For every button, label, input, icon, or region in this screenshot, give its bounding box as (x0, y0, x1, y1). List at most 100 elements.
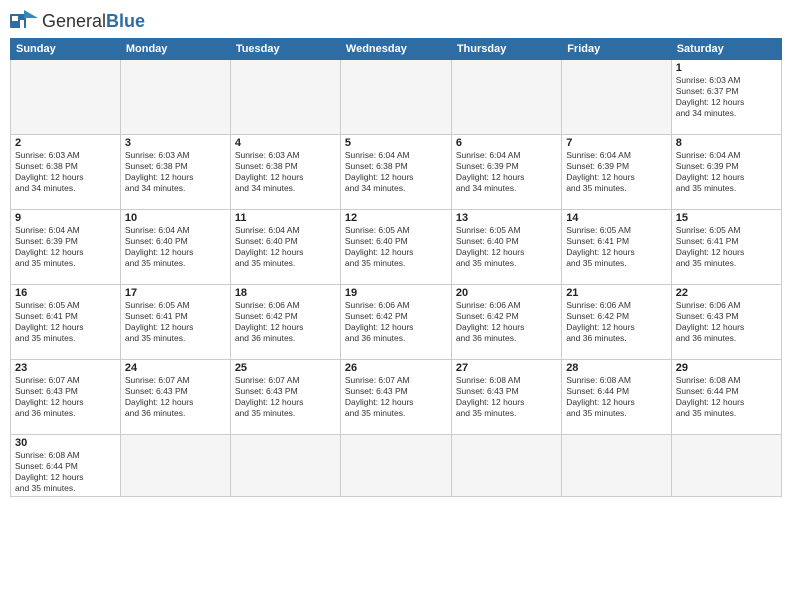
day-info: Sunrise: 6:07 AM Sunset: 6:43 PM Dayligh… (345, 375, 447, 419)
day-info: Sunrise: 6:05 AM Sunset: 6:40 PM Dayligh… (345, 225, 447, 269)
calendar-cell (120, 60, 230, 135)
day-info: Sunrise: 6:03 AM Sunset: 6:38 PM Dayligh… (15, 150, 116, 194)
day-number: 9 (15, 212, 116, 224)
day-number: 16 (15, 287, 116, 299)
weekday-header-monday: Monday (120, 39, 230, 60)
day-info: Sunrise: 6:05 AM Sunset: 6:41 PM Dayligh… (676, 225, 777, 269)
day-info: Sunrise: 6:04 AM Sunset: 6:38 PM Dayligh… (345, 150, 447, 194)
day-info: Sunrise: 6:07 AM Sunset: 6:43 PM Dayligh… (125, 375, 226, 419)
day-info: Sunrise: 6:08 AM Sunset: 6:44 PM Dayligh… (676, 375, 777, 419)
day-info: Sunrise: 6:04 AM Sunset: 6:39 PM Dayligh… (566, 150, 667, 194)
calendar-cell: 28Sunrise: 6:08 AM Sunset: 6:44 PM Dayli… (562, 360, 672, 435)
weekday-header-friday: Friday (562, 39, 672, 60)
calendar-week-4: 16Sunrise: 6:05 AM Sunset: 6:41 PM Dayli… (11, 285, 782, 360)
day-info: Sunrise: 6:06 AM Sunset: 6:43 PM Dayligh… (676, 300, 777, 344)
day-number: 17 (125, 287, 226, 299)
day-info: Sunrise: 6:03 AM Sunset: 6:38 PM Dayligh… (235, 150, 336, 194)
calendar-cell: 16Sunrise: 6:05 AM Sunset: 6:41 PM Dayli… (11, 285, 121, 360)
weekday-header-sunday: Sunday (11, 39, 121, 60)
day-number: 2 (15, 137, 116, 149)
day-number: 22 (676, 287, 777, 299)
day-number: 19 (345, 287, 447, 299)
calendar-cell (451, 435, 561, 497)
weekday-header-tuesday: Tuesday (230, 39, 340, 60)
day-number: 18 (235, 287, 336, 299)
calendar-cell: 17Sunrise: 6:05 AM Sunset: 6:41 PM Dayli… (120, 285, 230, 360)
day-number: 13 (456, 212, 557, 224)
calendar-cell: 13Sunrise: 6:05 AM Sunset: 6:40 PM Dayli… (451, 210, 561, 285)
day-info: Sunrise: 6:05 AM Sunset: 6:40 PM Dayligh… (456, 225, 557, 269)
calendar-cell: 22Sunrise: 6:06 AM Sunset: 6:43 PM Dayli… (671, 285, 781, 360)
calendar-cell: 29Sunrise: 6:08 AM Sunset: 6:44 PM Dayli… (671, 360, 781, 435)
day-info: Sunrise: 6:03 AM Sunset: 6:38 PM Dayligh… (125, 150, 226, 194)
calendar-cell (11, 60, 121, 135)
calendar-week-5: 23 Sunrise: 6:07 AM Sunset: 6:43 PM Dayli… (11, 360, 782, 435)
day-number: 5 (345, 137, 447, 149)
calendar-cell (671, 435, 781, 497)
calendar-cell: 27Sunrise: 6:08 AM Sunset: 6:43 PM Dayli… (451, 360, 561, 435)
calendar-cell: 19Sunrise: 6:06 AM Sunset: 6:42 PM Dayli… (340, 285, 451, 360)
day-info: Sunrise: 6:08 AM Sunset: 6:44 PM Dayligh… (15, 450, 116, 494)
day-info: Sunrise: 6:06 AM Sunset: 6:42 PM Dayligh… (566, 300, 667, 344)
day-info: Sunrise: 6:04 AM Sunset: 6:39 PM Dayligh… (676, 150, 777, 194)
day-number: 23 (15, 362, 116, 374)
day-info: Sunrise: 6:04 AM Sunset: 6:39 PM Dayligh… (456, 150, 557, 194)
calendar-cell (230, 60, 340, 135)
calendar-cell: 14Sunrise: 6:05 AM Sunset: 6:41 PM Dayli… (562, 210, 672, 285)
calendar-cell: 30Sunrise: 6:08 AM Sunset: 6:44 PM Dayli… (11, 435, 121, 497)
weekday-header-thursday: Thursday (451, 39, 561, 60)
page: GeneralBlue SundayMondayTuesdayWednesday… (0, 0, 792, 612)
calendar-cell (120, 435, 230, 497)
calendar-week-6: 30Sunrise: 6:08 AM Sunset: 6:44 PM Dayli… (11, 435, 782, 497)
day-number: 11 (235, 212, 336, 224)
generalblue-logo-icon (10, 10, 38, 32)
calendar-cell: 2Sunrise: 6:03 AM Sunset: 6:38 PM Daylig… (11, 135, 121, 210)
day-number: 8 (676, 137, 777, 149)
day-number: 10 (125, 212, 226, 224)
calendar-cell: 11Sunrise: 6:04 AM Sunset: 6:40 PM Dayli… (230, 210, 340, 285)
weekday-header-saturday: Saturday (671, 39, 781, 60)
calendar-cell (340, 60, 451, 135)
day-number: 3 (125, 137, 226, 149)
calendar-cell (230, 435, 340, 497)
calendar-week-2: 2Sunrise: 6:03 AM Sunset: 6:38 PM Daylig… (11, 135, 782, 210)
day-info: Sunrise: 6:07 AM Sunset: 6:43 PM Dayligh… (235, 375, 336, 419)
calendar-week-1: 1Sunrise: 6:03 AM Sunset: 6:37 PM Daylig… (11, 60, 782, 135)
calendar-cell: 4Sunrise: 6:03 AM Sunset: 6:38 PM Daylig… (230, 135, 340, 210)
day-info: Sunrise: 6:04 AM Sunset: 6:40 PM Dayligh… (125, 225, 226, 269)
calendar-cell: 23Sunrise: 6:07 AM Sunset: 6:43 PM Dayli… (11, 360, 121, 435)
day-info: Sunrise: 6:08 AM Sunset: 6:44 PM Dayligh… (566, 375, 667, 419)
day-number: 1 (676, 62, 777, 74)
day-number: 21 (566, 287, 667, 299)
day-number: 24 (125, 362, 226, 374)
day-info: Sunrise: 6:06 AM Sunset: 6:42 PM Dayligh… (456, 300, 557, 344)
day-number: 28 (566, 362, 667, 374)
day-info: Sunrise: 6:03 AM Sunset: 6:37 PM Dayligh… (676, 75, 777, 119)
day-number: 27 (456, 362, 557, 374)
calendar-cell (451, 60, 561, 135)
calendar-cell: 24Sunrise: 6:07 AM Sunset: 6:43 PM Dayli… (120, 360, 230, 435)
day-number: 25 (235, 362, 336, 374)
calendar-cell: 12Sunrise: 6:05 AM Sunset: 6:40 PM Dayli… (340, 210, 451, 285)
calendar-week-3: 9Sunrise: 6:04 AM Sunset: 6:39 PM Daylig… (11, 210, 782, 285)
logo-text: GeneralBlue (42, 11, 145, 32)
day-number: 15 (676, 212, 777, 224)
weekday-header-wednesday: Wednesday (340, 39, 451, 60)
calendar-cell: 21Sunrise: 6:06 AM Sunset: 6:42 PM Dayli… (562, 285, 672, 360)
calendar-cell: 5Sunrise: 6:04 AM Sunset: 6:38 PM Daylig… (340, 135, 451, 210)
calendar-cell (562, 435, 672, 497)
day-number: 30 (15, 437, 116, 449)
day-info: Sunrise: 6:06 AM Sunset: 6:42 PM Dayligh… (235, 300, 336, 344)
day-number: 14 (566, 212, 667, 224)
calendar-cell: 3Sunrise: 6:03 AM Sunset: 6:38 PM Daylig… (120, 135, 230, 210)
calendar-table: SundayMondayTuesdayWednesdayThursdayFrid… (10, 38, 782, 497)
calendar-cell: 1Sunrise: 6:03 AM Sunset: 6:37 PM Daylig… (671, 60, 781, 135)
calendar-cell: 25Sunrise: 6:07 AM Sunset: 6:43 PM Dayli… (230, 360, 340, 435)
day-info: Sunrise: 6:04 AM Sunset: 6:40 PM Dayligh… (235, 225, 336, 269)
calendar-cell (340, 435, 451, 497)
calendar-cell (562, 60, 672, 135)
day-number: 29 (676, 362, 777, 374)
day-number: 6 (456, 137, 557, 149)
calendar-cell: 10Sunrise: 6:04 AM Sunset: 6:40 PM Dayli… (120, 210, 230, 285)
day-info: Sunrise: 6:08 AM Sunset: 6:43 PM Dayligh… (456, 375, 557, 419)
